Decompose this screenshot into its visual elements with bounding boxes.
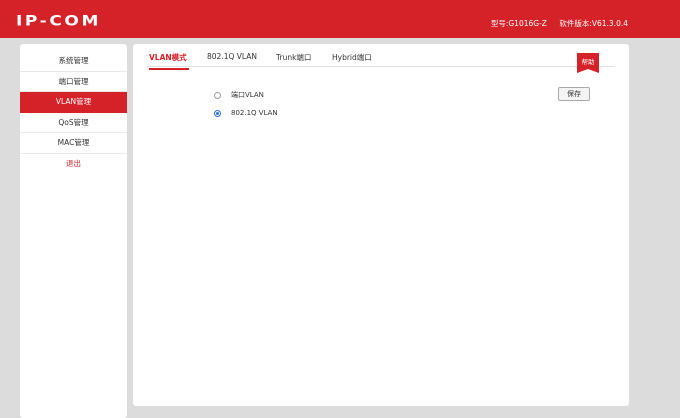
sidebar-item-vlan[interactable]: VLAN管理 bbox=[20, 92, 127, 113]
firmware-version-label: 软件版本:V61.3.0.4 bbox=[559, 19, 628, 28]
sidebar-item-system[interactable]: 系统管理 bbox=[20, 51, 127, 72]
content-panel: VLAN模式 802.1Q VLAN Trunk端口 Hybrid端口 帮助 端… bbox=[133, 44, 629, 406]
sidebar-item-qos[interactable]: QoS管理 bbox=[20, 113, 127, 133]
sidebar-item-mac[interactable]: MAC管理 bbox=[20, 133, 127, 154]
8021q-vlan-radio[interactable] bbox=[214, 109, 221, 117]
device-info: 型号:G1016G-Z 软件版本:V61.3.0.4 bbox=[491, 18, 628, 29]
save-button[interactable]: 保存 bbox=[558, 87, 590, 101]
ip-com-logo: IP-COM bbox=[16, 13, 101, 29]
8021q-vlan-label: 802.1Q VLAN bbox=[231, 109, 278, 117]
top-header: IP-COM 型号:G1016G-Z 软件版本:V61.3.0.4 bbox=[0, 0, 680, 38]
option-port-vlan[interactable]: 端口VLAN bbox=[214, 90, 264, 100]
tab-8021q-vlan[interactable]: 802.1Q VLAN bbox=[207, 52, 257, 61]
logo-text: IP-COM bbox=[16, 12, 101, 30]
sidebar-item-logout[interactable]: 退出 bbox=[20, 154, 127, 175]
tab-bar: VLAN模式 802.1Q VLAN Trunk端口 Hybrid端口 bbox=[147, 50, 615, 70]
tab-vlan-mode[interactable]: VLAN模式 bbox=[149, 52, 187, 63]
option-8021q-vlan[interactable]: 802.1Q VLAN bbox=[214, 109, 278, 117]
active-tab-underline bbox=[149, 68, 189, 70]
sidebar-item-port[interactable]: 端口管理 bbox=[20, 72, 127, 92]
tab-trunk-port[interactable]: Trunk端口 bbox=[276, 52, 311, 63]
port-vlan-label: 端口VLAN bbox=[231, 91, 264, 99]
tab-hybrid-port[interactable]: Hybrid端口 bbox=[332, 52, 372, 63]
port-vlan-radio[interactable] bbox=[214, 91, 221, 99]
help-button[interactable]: 帮助 bbox=[577, 53, 599, 73]
sidebar: 系统管理 端口管理 VLAN管理 QoS管理 MAC管理 退出 bbox=[20, 44, 127, 418]
model-label: 型号:G1016G-Z bbox=[490, 19, 547, 28]
